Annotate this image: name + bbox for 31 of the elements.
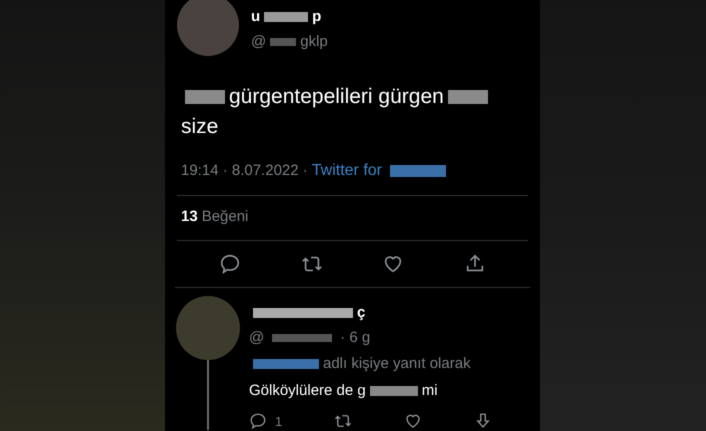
text: gürgentepelileri gürgen	[229, 84, 444, 110]
pixelated-block	[448, 90, 488, 104]
pixelated-block	[272, 334, 332, 342]
reply-count: 1	[275, 412, 282, 430]
text: ç	[357, 302, 366, 322]
text: Gölköylülere de g	[249, 381, 366, 401]
pixelated-block	[390, 164, 446, 177]
pixelated-block	[370, 386, 418, 396]
download-icon[interactable]	[474, 412, 492, 430]
avatar	[177, 0, 239, 56]
text: @	[251, 32, 266, 52]
pixelated-block	[270, 38, 296, 46]
source-link[interactable]: Twitter for	[312, 158, 382, 183]
reply-icon[interactable]	[249, 412, 267, 430]
text: u	[251, 7, 260, 27]
reply-icon[interactable]	[218, 252, 241, 275]
text: p	[312, 7, 322, 27]
likes-label: Beğeni	[202, 207, 248, 228]
pixelated-block	[264, 12, 308, 22]
likes-count: 13	[181, 207, 198, 228]
text: mi	[422, 381, 438, 401]
heart-icon[interactable]	[404, 412, 422, 430]
text: @	[249, 328, 264, 348]
reply-age: · 6 g	[340, 328, 370, 348]
text: gklp	[300, 32, 328, 52]
text: adlı kişiye yanıt olarak	[323, 354, 471, 374]
text: size	[181, 114, 218, 140]
pixelated-block	[185, 90, 225, 104]
pixelated-block	[253, 358, 319, 369]
timestamp: 19:14 · 8.07.2022 ·	[181, 160, 308, 181]
thread-line	[207, 360, 209, 430]
